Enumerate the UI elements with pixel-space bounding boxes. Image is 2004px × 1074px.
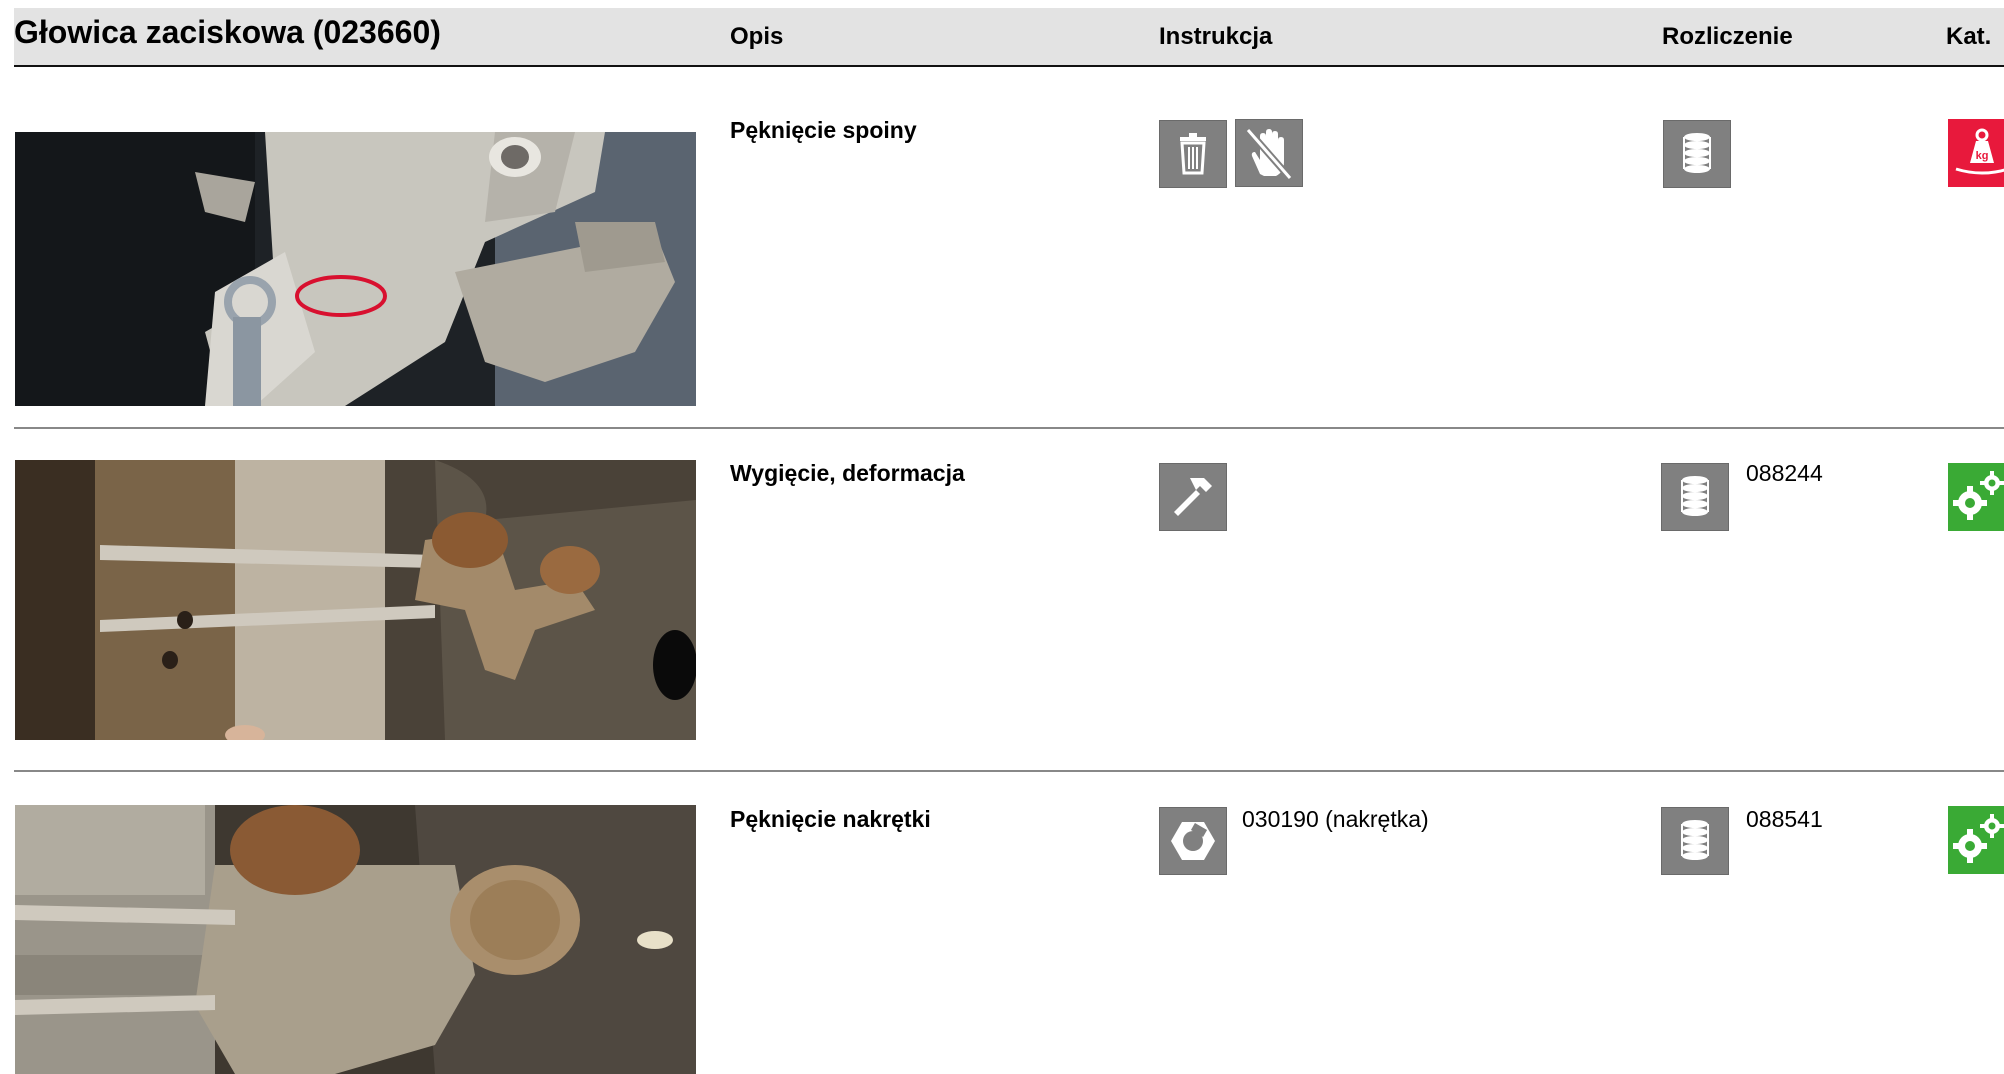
gears-icon [1948, 463, 2004, 531]
weight-kg-icon: kg [1948, 119, 2004, 187]
instrukcja-part-text: 030190 (nakrętka) [1242, 806, 1429, 832]
column-header-kat: Kat. [1946, 23, 1992, 50]
column-header-opis: Opis [730, 23, 784, 50]
rozliczenie-code: 088244 [1746, 460, 1823, 486]
row-description: Pęknięcie nakrętki [730, 806, 931, 832]
row-description: Pęknięcie spoiny [730, 117, 917, 143]
no-hand-icon [1235, 119, 1303, 187]
coin-stack-icon [1661, 807, 1729, 875]
table-header: Głowica zaciskowa (023660) Opis Instrukc… [14, 8, 2004, 67]
coin-stack-icon [1663, 120, 1731, 188]
rozliczenie-code: 088541 [1746, 806, 1823, 832]
damage-photo-nut-crack [15, 805, 696, 1074]
row-description: Wygięcie, deformacja [730, 460, 965, 486]
gears-icon [1948, 806, 2004, 874]
column-header-instrukcja: Instrukcja [1159, 23, 1273, 50]
hammer-icon [1159, 463, 1227, 531]
damage-photo-weld-crack [15, 132, 696, 406]
row-divider [14, 427, 2004, 429]
svg-text:kg: kg [1976, 150, 1989, 162]
page-title: Głowica zaciskowa (023660) [14, 14, 441, 50]
trash-icon [1159, 120, 1227, 188]
column-header-rozliczenie: Rozliczenie [1662, 23, 1793, 50]
damage-photo-deformation [15, 460, 696, 740]
hex-nut-icon [1159, 807, 1227, 875]
row-divider [14, 770, 2004, 772]
coin-stack-icon [1661, 463, 1729, 531]
